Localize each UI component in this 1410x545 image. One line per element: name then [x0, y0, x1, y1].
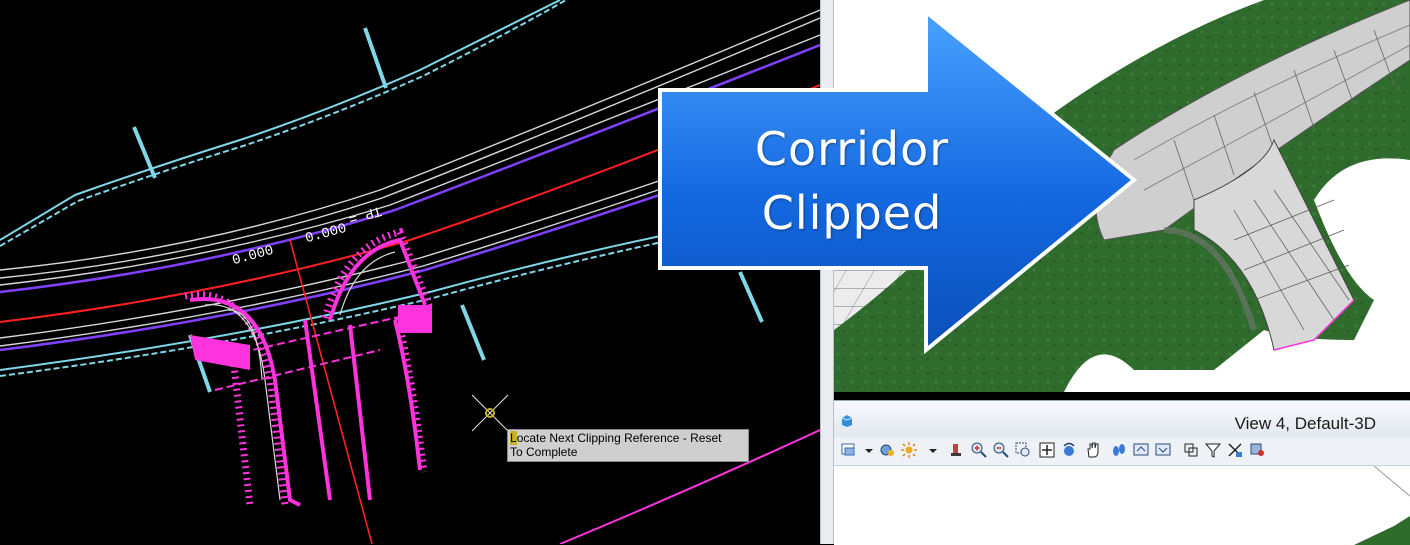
view-attributes-icon[interactable]	[840, 441, 858, 459]
zoom-in-icon[interactable]	[970, 441, 988, 459]
clip-mask-icon[interactable]	[1226, 441, 1244, 459]
zoom-out-icon[interactable]	[992, 441, 1010, 459]
dropdown-icon[interactable]	[924, 441, 937, 459]
camera-icon[interactable]	[948, 441, 966, 459]
clip-volume-icon[interactable]	[1182, 441, 1200, 459]
fit-view-icon[interactable]	[1038, 441, 1056, 459]
view-cube-icon	[841, 415, 853, 427]
view4-titlebar[interactable]: View 4, Default-3D	[834, 401, 1410, 437]
prompt-tooltip: Locate Next Clipping Reference - Reset T…	[507, 429, 749, 462]
callout-arrow: Corridor Clipped	[656, 8, 1138, 354]
render-icon[interactable]	[1248, 441, 1266, 459]
filter-icon[interactable]	[1204, 441, 1222, 459]
callout-line-2: Clipped	[761, 186, 943, 240]
callout-line-1: Corridor	[754, 122, 950, 176]
dropdown-icon[interactable]	[860, 441, 873, 459]
view4-canvas[interactable]	[834, 465, 1410, 545]
view4-toolbar	[834, 437, 1410, 466]
previous-view-icon[interactable]	[1132, 441, 1150, 459]
rotate-view-icon[interactable]	[1060, 441, 1078, 459]
display-style-icon[interactable]	[878, 441, 896, 459]
cursor-crosshair-icon	[471, 394, 509, 432]
pan-icon[interactable]	[1084, 441, 1102, 459]
view4-title: View 4, Default-3D	[1234, 414, 1376, 433]
lighting-icon[interactable]	[900, 441, 918, 459]
view4-window[interactable]: View 4, Default-3D	[834, 400, 1410, 545]
window-area-icon[interactable]	[1014, 441, 1032, 459]
tooltip-line-1: Locate Next Clipping Reference - Reset	[510, 431, 722, 445]
blue-arrow-shape	[658, 8, 1138, 354]
next-view-icon[interactable]	[1154, 441, 1172, 459]
tooltip-line-2: To Complete	[510, 445, 578, 459]
walk-icon[interactable]	[1110, 441, 1128, 459]
